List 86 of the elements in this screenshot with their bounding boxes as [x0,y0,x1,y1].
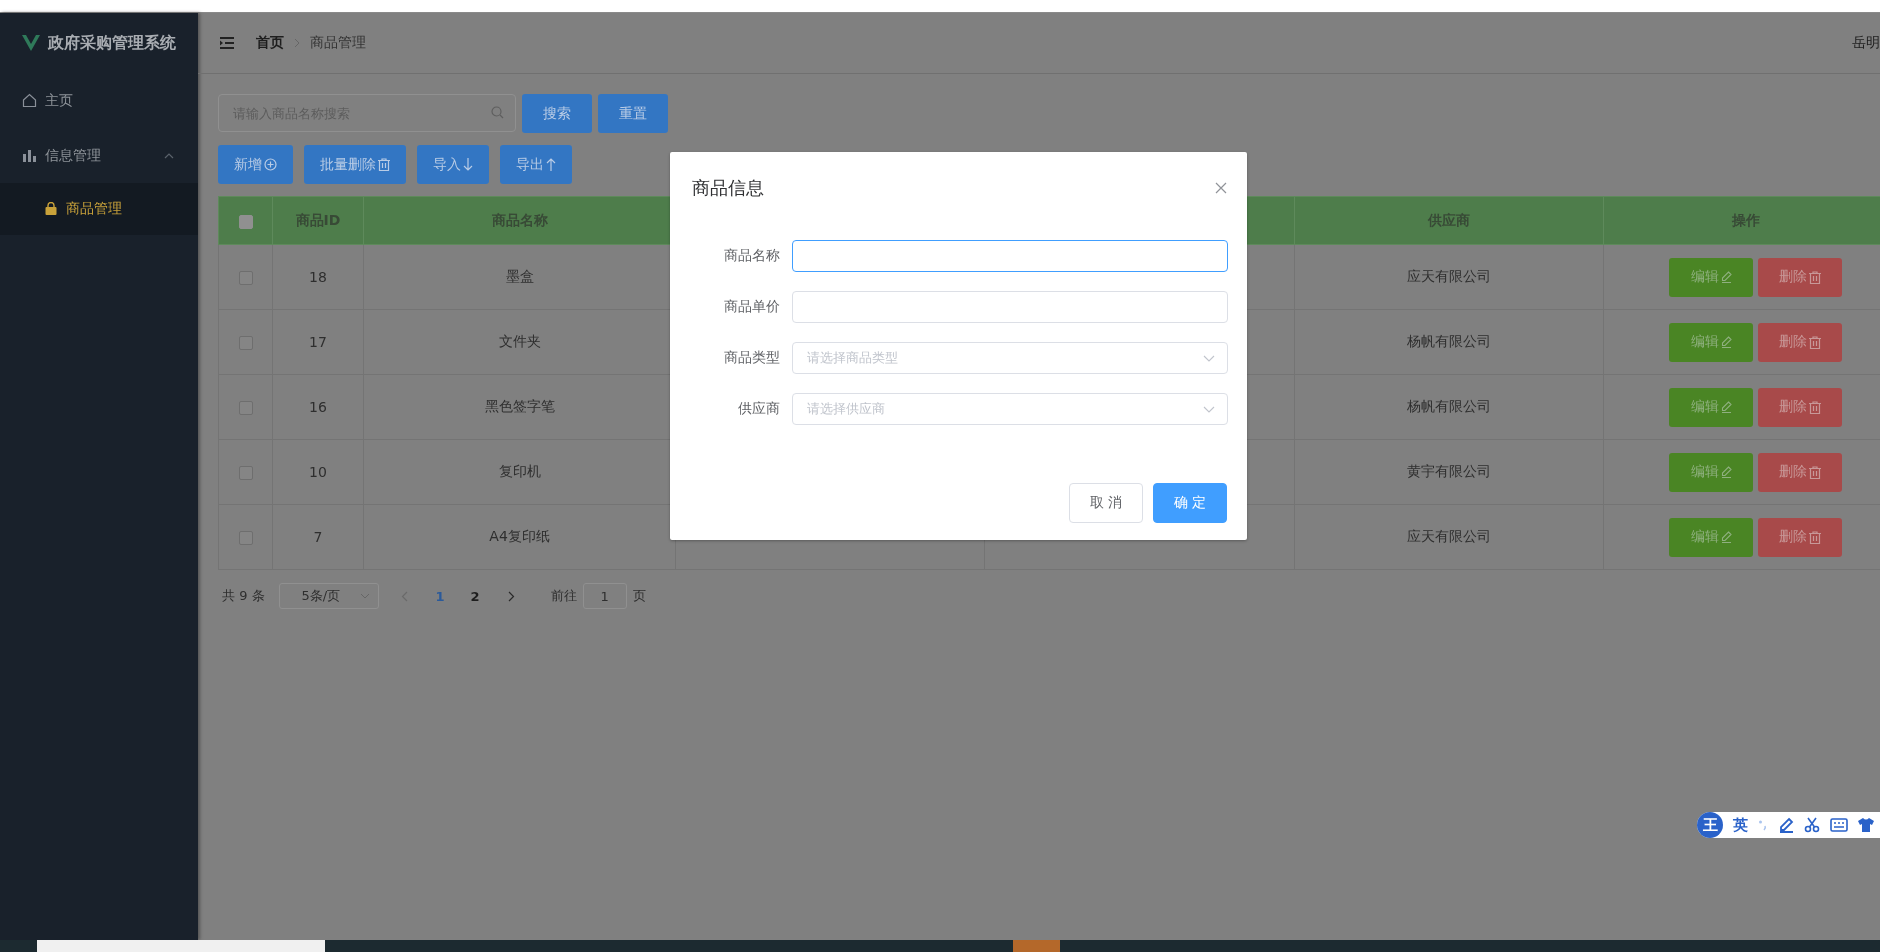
bar-chart-icon [22,148,37,163]
table-cell: 杨帆有限公司 [1294,374,1604,440]
goto-label: 前往 [550,587,577,605]
submenu-item[interactable]: 商品管理 [0,183,198,235]
reset-button[interactable]: 重置 [598,94,668,133]
app-title: 政府采购管理系统 [48,32,176,54]
keyboard-icon[interactable] [1830,818,1848,832]
pen-icon[interactable] [1778,817,1794,833]
next-page-icon[interactable] [507,590,515,602]
user-name[interactable]: 岳明 [1852,34,1880,52]
home-icon [22,93,37,108]
table-cell: 黄宇有限公司 [1294,439,1604,505]
menu-icon[interactable] [220,37,234,49]
page-number[interactable]: 1 [429,588,451,604]
action-button[interactable]: 新增 [218,145,293,184]
delete-button[interactable]: 删除 [1758,452,1843,492]
trash-icon [1809,335,1822,349]
edit-button[interactable]: 编辑 [1669,452,1754,492]
select-field[interactable]: 请选择供应商 [792,393,1228,425]
chevron-down-icon [1203,354,1215,362]
scissors-icon[interactable] [1804,817,1820,833]
confirm-button[interactable]: 确 定 [1153,483,1227,523]
field-label: 商品名称 [723,247,781,265]
chevron-down-icon [1203,405,1215,413]
table-cell: 18 [272,244,364,310]
menu-item[interactable]: 信息管理 [0,128,198,183]
table-cell: 应天有限公司 [1294,244,1604,310]
cancel-button[interactable]: 取 消 [1069,483,1143,523]
close-icon[interactable] [1215,182,1227,194]
trash-icon [1809,465,1822,479]
breadcrumb-item: 商品管理 [310,34,366,52]
delete-button[interactable]: 删除 [1758,517,1843,557]
chevron-icon [164,152,174,159]
pencil-icon [1720,271,1732,283]
select-all-checkbox[interactable] [238,214,253,229]
ime-logo[interactable]: 王 [1697,812,1723,838]
delete-button[interactable]: 删除 [1758,387,1843,427]
delete-button[interactable]: 删除 [1758,257,1843,297]
edit-button[interactable]: 编辑 [1669,257,1754,297]
trash-icon [378,158,390,171]
table-cell: 7 [272,504,364,570]
table-cell: 应天有限公司 [1294,504,1604,570]
field-label: 商品单价 [723,298,781,316]
dialog-title: 商品信息 [692,176,764,200]
pencil-icon [1720,466,1732,478]
ime-mode-toggle[interactable]: 英 [1733,815,1748,835]
page-suffix: 页 [632,587,646,605]
table-cell: 10 [272,439,364,505]
action-button[interactable]: 导入 [417,145,489,184]
page-number[interactable]: 2 [464,588,486,604]
punctuation-icon[interactable] [1758,819,1768,831]
taskbar-search-field[interactable] [37,940,325,952]
delete-button[interactable]: 删除 [1758,322,1843,362]
edit-button[interactable]: 编辑 [1669,322,1754,362]
pencil-icon [1720,531,1732,543]
menu-item[interactable]: 主页 [0,73,198,128]
input-field[interactable] [792,240,1228,272]
table-cell: 17 [272,309,364,375]
select-field[interactable]: 请选择商品类型 [792,342,1228,374]
chevron-down-icon [359,593,370,599]
shirt-icon[interactable] [1858,818,1874,832]
table-cell: 16 [272,374,364,440]
trash-icon [1809,270,1822,284]
edit-button[interactable]: 编辑 [1669,517,1754,557]
logo-icon [22,35,40,51]
search-button[interactable]: 搜索 [522,94,592,133]
field-label: 商品类型 [723,349,781,367]
trash-icon [1809,530,1822,544]
edit-button[interactable]: 编辑 [1669,387,1754,427]
table-cell: 杨帆有限公司 [1294,309,1604,375]
up-arrow-icon [546,158,556,171]
page-size-select[interactable]: 5条/页 [278,583,379,609]
search-icon [491,106,504,119]
pencil-icon [1720,336,1732,348]
taskbar-app-icon[interactable] [1013,940,1060,952]
down-arrow-icon [463,158,473,171]
trash-icon [1809,400,1822,414]
field-label: 供应商 [737,400,781,418]
action-button[interactable]: 批量删除 [304,145,406,184]
action-button[interactable]: 导出 [500,145,572,184]
goto-page-field[interactable]: 1 [582,583,627,609]
total-count: 共 9 条 [222,587,265,605]
pencil-icon [1720,401,1732,413]
breadcrumb-item[interactable]: 首页 [256,34,284,52]
plus-circle-icon [264,158,277,171]
breadcrumb-separator-icon [294,38,300,48]
